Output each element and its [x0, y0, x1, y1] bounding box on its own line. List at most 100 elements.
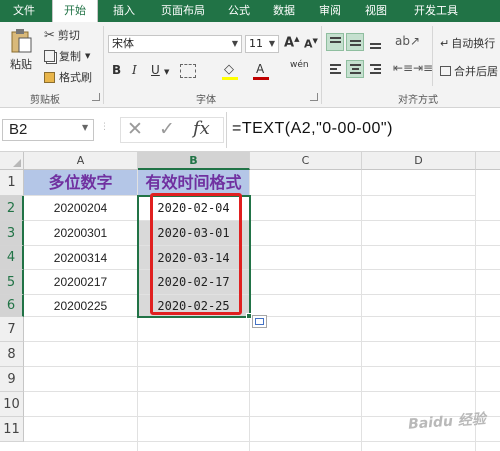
- phonetic-button[interactable]: wén: [290, 60, 309, 70]
- formula-input[interactable]: =TEXT(A2,"0-00-00"): [232, 120, 393, 138]
- row-header-10[interactable]: 10: [0, 392, 24, 417]
- font-size-value: 11: [249, 37, 263, 50]
- chevron-down-icon[interactable]: ▼: [164, 68, 169, 76]
- ribbon-home: 粘贴 ✂ 剪切 复制 ▼ 格式刷 剪贴板 宋体 ▼ 11 ▼ A▲ A▼ B I…: [0, 22, 500, 108]
- cell-a6[interactable]: 20200225: [24, 295, 138, 317]
- row-header-6[interactable]: 6: [0, 295, 24, 317]
- cell-a1[interactable]: 多位数字: [24, 170, 138, 196]
- font-name-combo[interactable]: 宋体 ▼: [108, 35, 242, 53]
- copy-label: 复制: [59, 50, 81, 63]
- merge-icon: [440, 66, 451, 76]
- tab-file[interactable]: 文件: [6, 0, 42, 22]
- format-painter-button[interactable]: 格式刷: [44, 69, 92, 85]
- wrap-text-button[interactable]: ↵ 自动换行: [440, 35, 495, 51]
- font-size-combo[interactable]: 11 ▼: [245, 35, 279, 53]
- row-header-8[interactable]: 8: [0, 342, 24, 367]
- chevron-down-icon: ▼: [231, 39, 238, 48]
- font-color-button[interactable]: A: [256, 62, 264, 76]
- decrease-indent-icon[interactable]: ⇤≡: [393, 61, 413, 75]
- worksheet-grid: A B C D 1 2 3 4 5 6 7 8 9 10 11 多位数字 有效时…: [0, 152, 500, 451]
- font-color-swatch: [253, 77, 269, 80]
- row-header-5[interactable]: 5: [0, 270, 24, 295]
- row-header-2[interactable]: 2: [0, 196, 24, 221]
- tab-data[interactable]: 数据: [266, 0, 302, 22]
- caret-down-icon: ▼: [312, 37, 318, 45]
- row-header-1[interactable]: 1: [0, 170, 24, 196]
- cancel-icon[interactable]: ✕: [127, 118, 143, 140]
- scissors-icon: ✂: [44, 27, 55, 43]
- row-header-4[interactable]: 4: [0, 246, 24, 270]
- grow-font-button[interactable]: A▲: [284, 35, 299, 50]
- fill-color-icon[interactable]: ◇: [224, 62, 234, 77]
- row-header-9[interactable]: 9: [0, 367, 24, 392]
- align-right-icon[interactable]: [366, 60, 384, 78]
- chevron-down-icon: ▼: [85, 52, 91, 60]
- tab-view[interactable]: 视图: [358, 0, 394, 22]
- align-left-icon[interactable]: [326, 60, 344, 78]
- bold-button[interactable]: B: [112, 63, 121, 77]
- select-all-triangle-icon: [13, 159, 21, 167]
- cell-a3[interactable]: 20200301: [24, 221, 138, 246]
- merge-center-label: 合并后居: [454, 65, 498, 78]
- orientation-icon[interactable]: ab↗: [395, 34, 420, 48]
- gridline: [137, 317, 138, 451]
- row-header-3[interactable]: 3: [0, 221, 24, 246]
- select-all-button[interactable]: [0, 152, 24, 170]
- cut-label: 剪切: [57, 29, 80, 42]
- increase-indent-icon[interactable]: ⇥≡: [413, 61, 433, 75]
- borders-icon[interactable]: [180, 64, 196, 78]
- fill-color-swatch: [222, 77, 238, 80]
- copy-button[interactable]: 复制 ▼: [44, 48, 90, 64]
- tab-developer[interactable]: 开发工具: [406, 0, 466, 22]
- column-header-a[interactable]: A: [24, 152, 138, 170]
- gridline: [361, 170, 362, 451]
- align-middle-icon[interactable]: [346, 33, 364, 51]
- shrink-font-button[interactable]: A▼: [304, 37, 318, 51]
- cell-c1[interactable]: [250, 170, 362, 196]
- column-header-b[interactable]: B: [138, 152, 250, 170]
- column-header-e[interactable]: [476, 152, 500, 170]
- align-top-icon[interactable]: [326, 33, 344, 51]
- name-box[interactable]: B2: [2, 119, 94, 141]
- cell-a4[interactable]: 20200314: [24, 246, 138, 270]
- group-divider: [321, 26, 322, 104]
- chevron-down-icon: ▼: [268, 39, 275, 48]
- paste-label: 粘贴: [10, 58, 32, 71]
- row-header-7[interactable]: 7: [0, 317, 24, 342]
- group-divider: [103, 26, 104, 104]
- cut-button[interactable]: ✂ 剪切: [44, 27, 80, 43]
- enter-icon[interactable]: ✓: [159, 118, 175, 140]
- ribbon-tab-bar: 文件 开始 插入 页面布局 公式 数据 审阅 视图 开发工具: [0, 0, 500, 22]
- merge-center-button[interactable]: 合并后居: [440, 63, 498, 79]
- tab-insert[interactable]: 插入: [104, 0, 144, 22]
- column-header-c[interactable]: C: [250, 152, 362, 170]
- alignment-group-label: 对齐方式: [398, 95, 438, 106]
- quick-analysis-icon[interactable]: [252, 315, 267, 328]
- italic-button[interactable]: I: [132, 63, 137, 77]
- paintbrush-icon: [44, 71, 55, 83]
- gridline: [250, 316, 500, 317]
- clipboard-group-label: 剪贴板: [30, 95, 60, 106]
- wrap-text-label: 自动换行: [451, 37, 496, 50]
- tab-review[interactable]: 审阅: [312, 0, 348, 22]
- grow-font-glyph: A: [284, 35, 295, 51]
- row-header-11[interactable]: 11: [0, 417, 24, 442]
- clipboard-launcher-icon[interactable]: [92, 93, 100, 101]
- paste-button[interactable]: 粘贴: [6, 28, 36, 72]
- tab-formulas[interactable]: 公式: [222, 0, 256, 22]
- font-launcher-icon[interactable]: [310, 93, 318, 101]
- resize-handle-icon[interactable]: ⋮: [100, 122, 109, 132]
- column-header-d[interactable]: D: [362, 152, 476, 170]
- tab-home[interactable]: 开始: [52, 0, 98, 22]
- cell-d1[interactable]: [362, 170, 476, 196]
- cell-a5[interactable]: 20200217: [24, 270, 138, 295]
- underline-button[interactable]: U: [151, 63, 160, 77]
- align-center-icon[interactable]: [346, 60, 364, 78]
- format-painter-label: 格式刷: [59, 71, 92, 84]
- align-bottom-icon[interactable]: [366, 33, 384, 51]
- insert-function-icon[interactable]: fx: [193, 118, 210, 139]
- chevron-down-icon[interactable]: ▼: [82, 123, 88, 132]
- cell-a2[interactable]: 20200204: [24, 196, 138, 221]
- quick-analysis-glyph: [255, 318, 264, 325]
- tab-page-layout[interactable]: 页面布局: [152, 0, 214, 22]
